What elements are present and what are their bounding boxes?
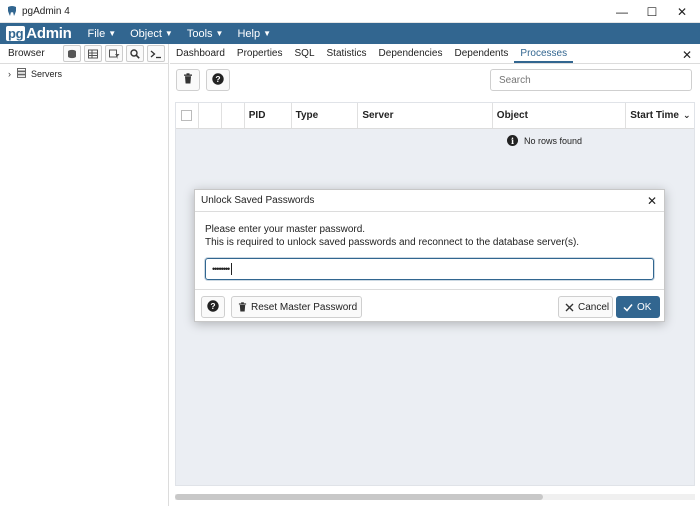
browser-panel: Browser › Servers — [0, 44, 169, 506]
close-icon — [565, 303, 574, 312]
window-title: pgAdmin 4 — [22, 5, 70, 17]
empty-message-text: No rows found — [524, 135, 583, 146]
browser-label: Browser — [8, 48, 45, 59]
browser-header: Browser — [0, 44, 168, 64]
tab-dashboard[interactable]: Dashboard — [170, 48, 231, 63]
search-icon[interactable] — [126, 45, 144, 62]
dialog-close-icon[interactable]: ✕ — [647, 194, 657, 208]
delete-button[interactable] — [176, 69, 200, 91]
tab-dependents[interactable]: Dependents — [448, 48, 514, 63]
logo-text: Admin — [26, 25, 72, 42]
logo-pg: pg — [6, 26, 26, 41]
empty-message: i No rows found — [507, 135, 582, 146]
close-icon[interactable]: ✕ — [682, 48, 692, 62]
tab-bar: Dashboard Properties SQL Statistics Depe… — [170, 44, 700, 64]
checkmark-icon — [623, 303, 633, 312]
dialog-help-button[interactable]: ? — [201, 296, 225, 318]
dialog-header: Unlock Saved Passwords ✕ — [195, 190, 664, 212]
servers-icon — [17, 68, 26, 80]
reset-button-label: Reset Master Password — [251, 301, 358, 313]
dialog-message-line1: Please enter your master password. — [205, 224, 366, 235]
tab-dependencies[interactable]: Dependencies — [373, 48, 449, 63]
menu-object[interactable]: Object ▼ — [130, 28, 173, 40]
tab-properties[interactable]: Properties — [231, 48, 289, 63]
question-circle-icon: ? — [212, 72, 224, 88]
reset-master-password-button[interactable]: Reset Master Password — [231, 296, 362, 318]
dialog-title: Unlock Saved Passwords — [201, 195, 315, 206]
dialog-message-line2: This is required to unlock saved passwor… — [205, 237, 580, 248]
menu-tools[interactable]: Tools ▼ — [187, 28, 224, 40]
menu-object-label: Object — [130, 27, 162, 40]
tab-processes[interactable]: Processes — [514, 48, 574, 63]
dialog-body: Please enter your master password. This … — [195, 212, 664, 280]
column-header-start-time[interactable]: Start Time ⌄ — [626, 103, 694, 128]
tab-sql[interactable]: SQL — [289, 48, 321, 63]
grid-col-blank — [199, 103, 222, 128]
svg-text:?: ? — [215, 74, 220, 84]
menu-tools-label: Tools — [186, 27, 213, 40]
tab-statistics[interactable]: Statistics — [321, 48, 373, 63]
select-all-checkbox[interactable] — [181, 110, 193, 121]
password-mask: •••••••• — [212, 263, 230, 274]
database-icon[interactable] — [63, 45, 81, 62]
chevron-down-icon: ▼ — [164, 29, 173, 38]
chevron-down-icon: ▼ — [215, 29, 224, 38]
horizontal-scrollbar[interactable] — [175, 494, 695, 500]
ok-button[interactable]: OK — [616, 296, 660, 318]
dialog-footer: ? Reset Master Password Cancel OK — [195, 289, 664, 322]
question-circle-icon: ? — [207, 299, 219, 315]
ok-button-label: OK — [637, 301, 652, 313]
processes-toolbar: ? — [170, 64, 700, 96]
search-input[interactable] — [490, 69, 692, 91]
cancel-button[interactable]: Cancel — [558, 296, 613, 318]
select-all-cell — [176, 103, 199, 128]
cancel-button-label: Cancel — [578, 301, 610, 313]
start-time-label: Start Time — [630, 110, 679, 121]
grid-header: PID Type Server Object Start Time ⌄ — [176, 103, 694, 129]
master-password-field[interactable]: •••••••• — [205, 258, 654, 280]
tree-item-servers[interactable]: › Servers — [8, 68, 62, 80]
unlock-passwords-dialog: Unlock Saved Passwords ✕ Please enter yo… — [194, 189, 665, 322]
help-button[interactable]: ? — [206, 69, 230, 91]
column-header-object[interactable]: Object — [493, 103, 627, 128]
menu-file-label: File — [87, 27, 106, 40]
text-cursor — [231, 263, 233, 275]
column-header-type[interactable]: Type — [292, 103, 359, 128]
menu-help-label: Help — [237, 27, 261, 40]
trash-icon — [238, 302, 247, 312]
grid-col-blank — [222, 103, 245, 128]
psql-terminal-icon[interactable] — [147, 45, 165, 62]
column-header-server[interactable]: Server — [358, 103, 493, 128]
chevron-right-icon[interactable]: › — [8, 69, 11, 79]
info-icon: i — [507, 135, 518, 146]
maximize-button[interactable]: ☐ — [636, 0, 668, 23]
window-close-button[interactable]: ✕ — [666, 0, 698, 23]
menu-file[interactable]: File ▼ — [87, 28, 116, 40]
chevron-down-icon: ▼ — [108, 29, 117, 38]
pgadmin-elephant-icon — [4, 3, 20, 19]
svg-text:?: ? — [210, 301, 215, 311]
scrollbar-thumb[interactable] — [175, 494, 543, 500]
trash-icon — [183, 73, 193, 87]
column-header-pid[interactable]: PID — [245, 103, 292, 128]
table-icon[interactable] — [84, 45, 102, 62]
pgadmin-logo: pg Admin — [6, 25, 72, 42]
filtered-rows-icon[interactable] — [105, 45, 123, 62]
chevron-down-icon: ▼ — [263, 29, 271, 38]
menu-help[interactable]: Help ▼ — [237, 28, 271, 40]
sort-chevron-icon: ⌄ — [683, 110, 691, 120]
window-titlebar: pgAdmin 4 — ☐ ✕ — [0, 0, 700, 23]
minimize-button[interactable]: — — [606, 0, 638, 23]
tree-item-label: Servers — [31, 69, 63, 79]
menubar: pg Admin File ▼ Object ▼ Tools ▼ Help ▼ — [0, 23, 700, 44]
